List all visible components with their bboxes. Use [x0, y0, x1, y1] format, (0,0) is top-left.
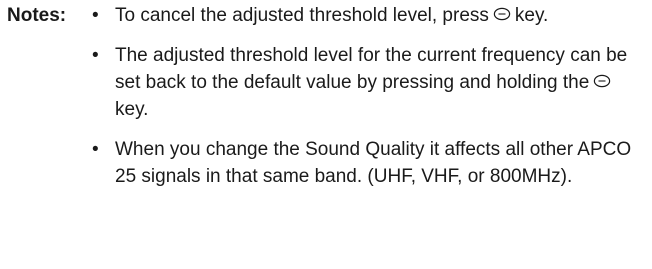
- note-text-before-icon: To cancel the adjusted threshold level, …: [115, 5, 489, 26]
- bullet: •: [92, 139, 99, 160]
- select-key-icon: [493, 7, 511, 21]
- notes-list: • To cancel the adjusted threshold level…: [92, 2, 648, 203]
- note-item-sound-quality: • When you change the Sound Quality it a…: [92, 136, 648, 190]
- note-text-after-icon: key.: [514, 5, 549, 26]
- note-item-reset-threshold: • The adjusted threshold level for the c…: [92, 42, 648, 123]
- note-item-cancel-threshold: • To cancel the adjusted threshold level…: [92, 2, 648, 29]
- select-key-icon: [593, 74, 611, 88]
- bullet: •: [92, 45, 99, 66]
- note-text: The adjusted threshold level for the cur…: [115, 45, 627, 120]
- bullet: •: [92, 5, 99, 26]
- note-text: When you change the Sound Quality it aff…: [115, 139, 632, 187]
- note-text: To cancel the adjusted threshold level, …: [115, 2, 570, 29]
- notes-label: Notes:: [7, 5, 67, 26]
- note-text-after-icon: key.: [115, 99, 149, 120]
- note-text-before-icon: The adjusted threshold level for the cur…: [115, 45, 628, 93]
